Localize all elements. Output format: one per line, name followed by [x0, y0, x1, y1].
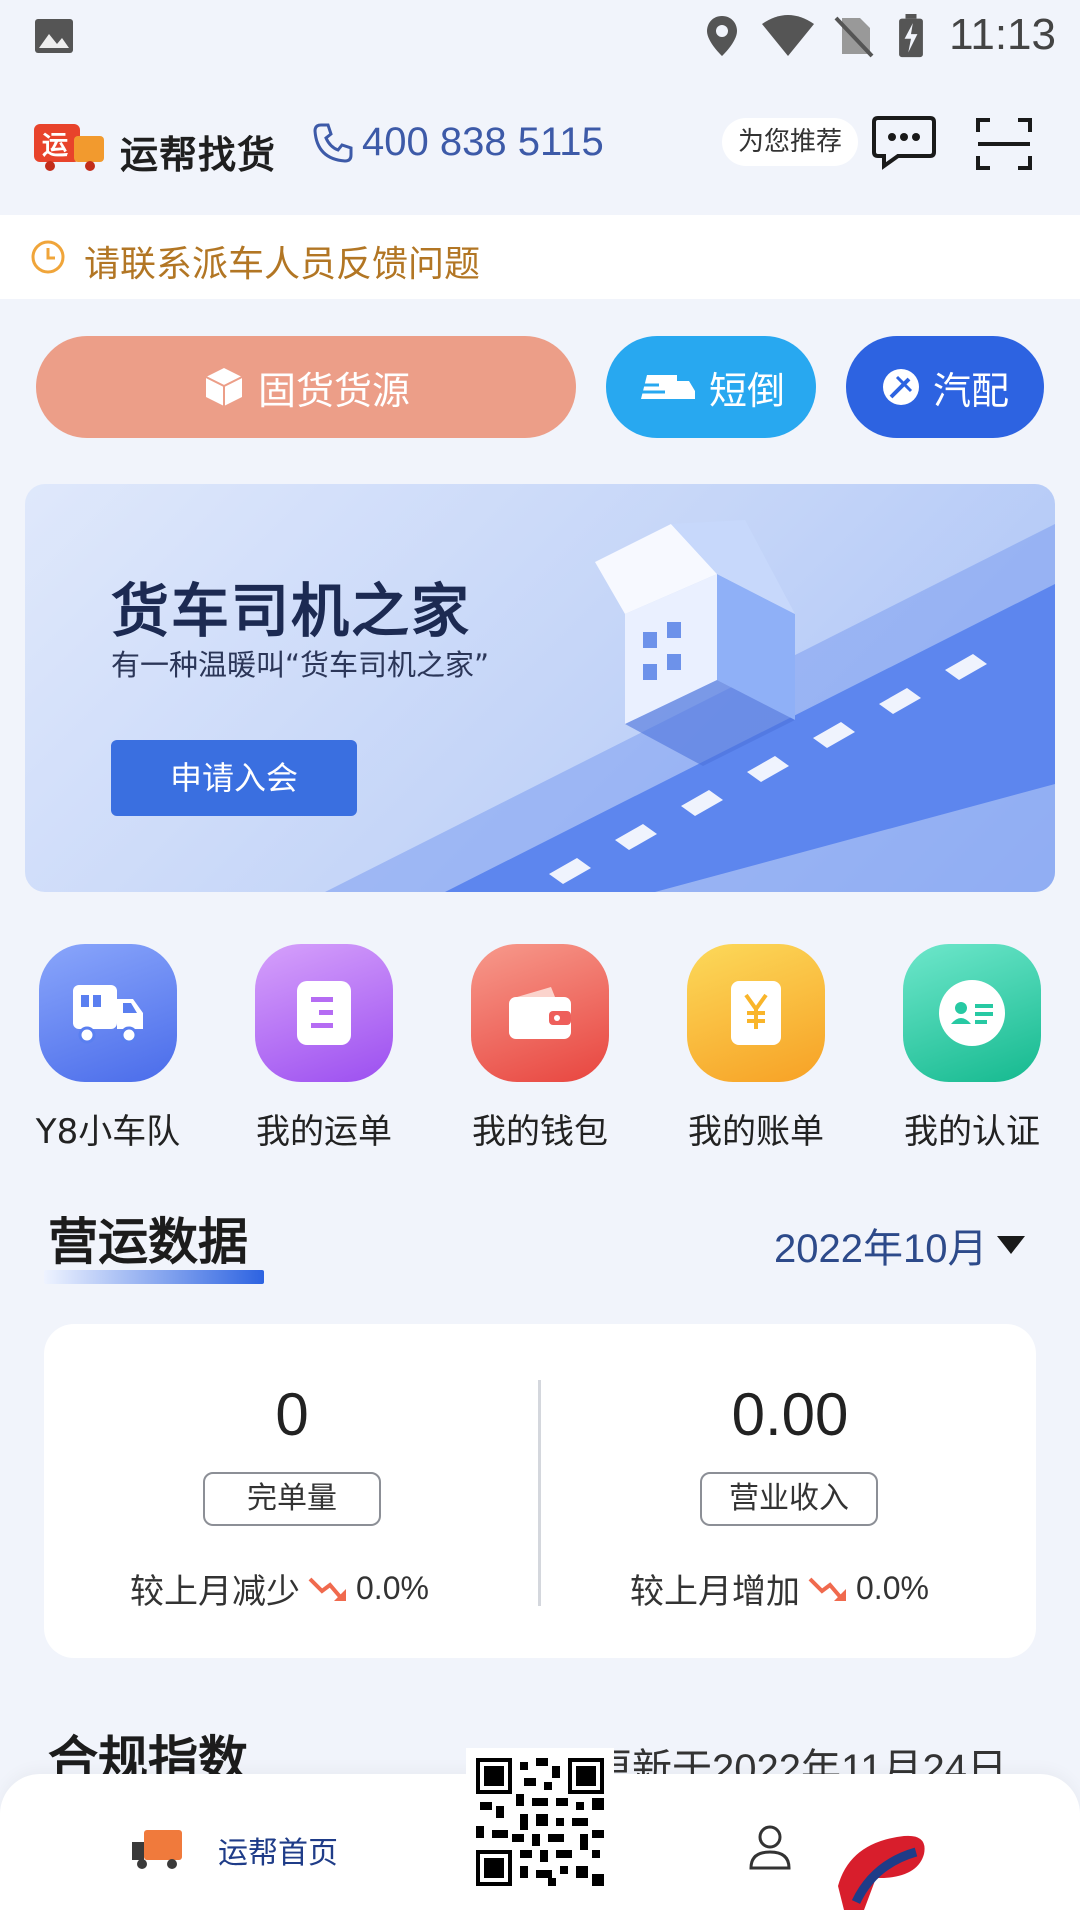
month-value: 2022年10月: [774, 1227, 988, 1271]
quick-item-label: 我的钱包: [472, 1112, 608, 1152]
revenue-compare: 较上月增加 0.0%: [630, 1564, 929, 1613]
qr-code-icon[interactable]: [466, 1748, 614, 1896]
bottom-navigation: 运帮首页: [0, 1748, 1080, 1920]
scan-icon[interactable]: [976, 116, 1032, 172]
house-road-illustration: [325, 520, 1055, 892]
image-notification-icon: [35, 19, 73, 53]
compare-percent: 0.0%: [356, 1570, 429, 1606]
id-card-icon: [903, 944, 1041, 1082]
quick-item-label: 我的认证: [904, 1112, 1040, 1152]
short-haul-label: 短倒: [708, 368, 785, 413]
quick-item-verification[interactable]: 我的认证: [882, 944, 1062, 1153]
compare-percent: 0.0%: [856, 1570, 929, 1606]
truck-fleet-icon: [39, 944, 177, 1082]
revenue-label: 营业收入: [700, 1472, 878, 1526]
quick-item-orders[interactable]: 我的运单: [234, 944, 414, 1153]
notice-text: 请联系派车人员反馈问题: [84, 244, 481, 285]
document-icon: [255, 944, 393, 1082]
auto-parts-label: 汽配: [932, 368, 1009, 413]
operations-title: 营运数据: [48, 1213, 248, 1271]
operations-card: 0 完单量 较上月减少 0.0% 0.00 营业收入 较上月增加 0.0%: [44, 1324, 1036, 1658]
quick-item-label: 我的运单: [256, 1112, 392, 1152]
truck-home-icon[interactable]: [130, 1828, 186, 1870]
short-haul-button[interactable]: 短倒: [606, 336, 816, 438]
banner-title: 货车司机之家: [111, 577, 472, 645]
trend-down-icon: [308, 1577, 346, 1601]
wifi-icon: [762, 15, 814, 56]
completed-orders-compare: 较上月减少 0.0%: [130, 1564, 429, 1613]
user-icon[interactable]: [748, 1824, 792, 1870]
quick-item-label: Y8小车队: [35, 1112, 181, 1152]
bill-icon: [687, 944, 825, 1082]
completed-orders-value: 0: [275, 1381, 309, 1448]
auto-parts-button[interactable]: 汽配: [846, 336, 1044, 438]
wallet-icon: [471, 944, 609, 1082]
battery-charging-icon: [899, 14, 923, 58]
compare-label: 较上月增加: [630, 1572, 800, 1612]
svg-text:运: 运: [42, 131, 68, 161]
app-header: 运 运帮找货 400 838 5115 为您推荐: [0, 80, 1080, 215]
trend-down-icon: [808, 1577, 846, 1601]
quick-item-fleet[interactable]: Y8小车队: [18, 944, 198, 1153]
wrench-icon: [882, 369, 919, 405]
fixed-cargo-button[interactable]: 固货货源: [36, 336, 576, 438]
quick-item-bills[interactable]: 我的账单: [666, 944, 846, 1153]
apply-membership-button[interactable]: 申请入会: [111, 740, 357, 816]
dropdown-arrow-icon: [997, 1236, 1026, 1254]
banner-subtitle: 有一种温暖叫“货车司机之家”: [111, 648, 490, 682]
brand-logo-icon: [838, 1835, 925, 1910]
compare-label: 较上月减少: [130, 1572, 300, 1612]
cube-icon: [205, 368, 243, 406]
app-logo-icon: 运: [34, 124, 104, 171]
revenue-value: 0.00: [731, 1381, 849, 1448]
status-bar: 11:13: [0, 0, 1080, 80]
divider: [538, 1380, 541, 1606]
completed-orders-label: 完单量: [203, 1472, 381, 1526]
notice-bar[interactable]: 请联系派车人员反馈问题: [0, 215, 1080, 299]
message-icon[interactable]: [872, 114, 936, 170]
app-name: 运帮找货: [120, 133, 277, 177]
recommend-button[interactable]: 为您推荐: [722, 118, 859, 166]
clock-icon: [31, 240, 65, 274]
hotline-number[interactable]: 400 838 5115: [362, 120, 604, 165]
fixed-cargo-label: 固货货源: [257, 368, 410, 413]
location-icon: [707, 16, 737, 56]
clock-time: 11:13: [949, 10, 1056, 59]
quick-item-label: 我的账单: [688, 1112, 824, 1152]
month-selector[interactable]: 2022年10月: [774, 1216, 1026, 1274]
driver-home-banner[interactable]: 货车司机之家 有一种温暖叫“货车司机之家” 申请入会: [25, 484, 1055, 892]
nav-home-label[interactable]: 运帮首页: [218, 1828, 338, 1872]
truck-fast-icon: [636, 375, 695, 399]
quick-item-wallet[interactable]: 我的钱包: [450, 944, 630, 1153]
phone-icon[interactable]: [312, 122, 354, 164]
no-sim-icon: [834, 16, 874, 58]
